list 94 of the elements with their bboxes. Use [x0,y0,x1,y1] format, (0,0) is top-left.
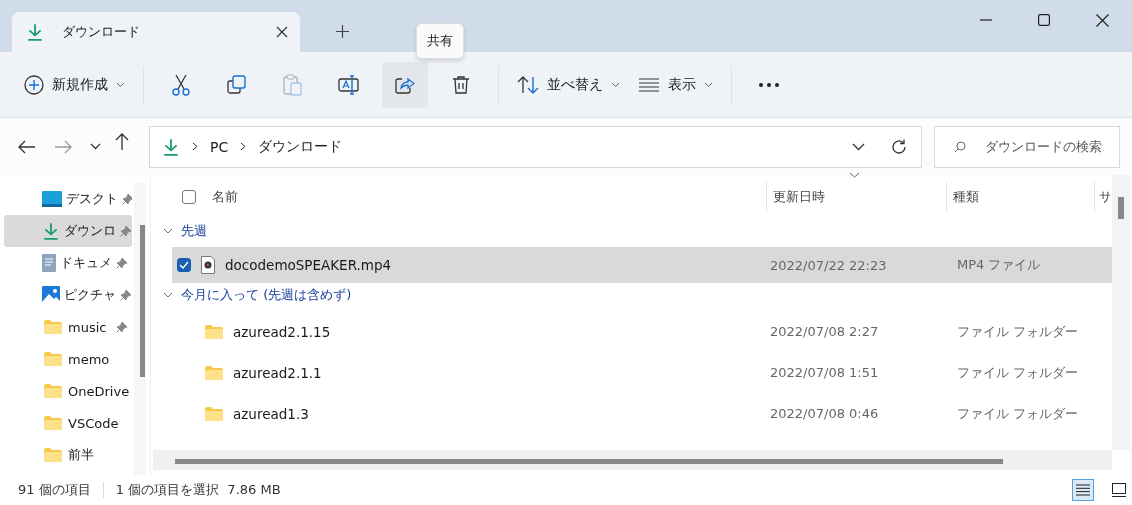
nav-item[interactable]: デスクト [4,183,132,215]
cut-icon [171,73,191,96]
type-cell-text: MP4 ファイル [956,256,1042,274]
breadcrumb[interactable]: ダウンロード [258,137,343,156]
document-icon [42,254,56,272]
trash-icon [452,74,470,95]
caret-icon [611,81,620,88]
pictures-icon [42,286,60,304]
type-cell-text: ファイル フォルダー [956,363,1080,382]
caret-icon [116,81,125,88]
folder-icon [205,365,223,380]
view-button[interactable]: 表示 [634,61,717,108]
address-bar[interactable]: PC ダウンロード [149,125,922,168]
group-header[interactable]: 先週 [181,222,207,240]
recent-locations-icon[interactable] [90,143,101,150]
file-row[interactable]: azuread2.1.15 2022/07/08 2:27 ファイル フォルダー [172,311,1112,352]
preview-pane-icon [1112,483,1126,497]
file-row[interactable]: docodemoSPEAKER.mp4 2022/07/22 22:23 MP4 ファイル [172,247,1112,283]
sort-caret-icon [849,172,860,178]
nav-item[interactable]: ドキュメ [4,247,132,279]
sort-button[interactable]: 並べ替え [513,61,624,108]
group-header[interactable]: 今月に入って (先週は含めず) [181,286,352,304]
paste-icon [283,73,303,96]
new-button[interactable]: 新規作成 [20,61,129,108]
nav-item[interactable]: OneDrive [4,375,132,407]
search-field[interactable]: ダウンロードの検索 [934,125,1120,168]
column-header[interactable]: 更新日時 [773,188,825,206]
desktop-icon [42,191,62,207]
file-row[interactable]: azuread1.3 2022/07/08 0:46 ファイル フォルダー [172,393,1112,434]
row-checkbox[interactable] [177,258,191,272]
date-cell-text: 2022/07/08 0:46 [769,406,880,421]
file-name: docodemoSPEAKER.mp4 [225,257,392,273]
nav-item[interactable]: ダウンロ [4,215,132,247]
more-icon [758,81,780,88]
folder-icon [44,352,62,366]
back-icon[interactable] [18,139,36,154]
folder-icon [44,448,62,462]
nav-item[interactable]: 前半 [4,439,132,471]
file-name: azuread1.3 [233,405,309,422]
forward-icon[interactable] [54,139,72,154]
type-cell-text: ファイル フォルダー [956,322,1080,341]
date-cell-text: 2022/07/22 22:23 [769,257,888,273]
rename-icon [338,74,360,95]
date-cell-text: 2022/07/08 1:51 [769,365,880,380]
folder-icon [205,324,223,339]
video-file-icon [201,256,215,274]
type-cell-text: ファイル フォルダー [956,404,1080,423]
selection-info: 1 個の項目を選択 7.86 MB [115,481,281,499]
dropdown-icon[interactable] [852,142,865,151]
download-icon [162,137,180,156]
folder-icon [44,320,62,334]
column-header[interactable]: 種類 [953,188,979,206]
caret-icon [704,81,713,88]
tooltip: 共有 [416,23,464,59]
scrollbar-thumb[interactable] [140,225,145,377]
file-row[interactable]: azuread2.1.1 2022/07/08 1:51 ファイル フォルダー [172,352,1112,393]
nav-item[interactable]: VSCode [4,407,132,439]
file-name: azuread2.1.1 [233,364,322,381]
date-cell-text: 2022/07/08 2:27 [769,324,880,339]
folder-icon [44,416,62,430]
folder-icon [44,384,62,398]
download-icon [26,23,44,41]
copy-icon [227,74,247,95]
item-count: 91 個の項目 [18,481,91,499]
close-icon[interactable] [1096,13,1109,27]
up-icon[interactable] [115,132,129,151]
file-name: azuread2.1.15 [233,323,331,340]
folder-icon [205,406,223,421]
column-header[interactable]: 名前 [212,188,238,206]
chevron-icon [240,142,247,151]
details-view-button[interactable] [1072,479,1094,501]
tab[interactable]: ダウンロード [12,12,300,52]
close-icon[interactable] [276,26,288,38]
details-view-icon [1076,484,1090,496]
collapse-icon[interactable] [163,227,173,235]
share-button[interactable] [382,61,428,108]
list-view-icon [638,77,660,92]
nav-item[interactable]: music [4,311,132,343]
search-icon [954,140,966,153]
tab-title: ダウンロード [62,23,141,41]
collapse-icon[interactable] [163,291,173,299]
maximize-icon[interactable] [1038,14,1050,26]
nav-item[interactable]: ピクチャ [4,279,132,311]
plus-circle-icon [24,74,44,95]
refresh-icon[interactable] [891,138,907,155]
scrollbar-thumb[interactable] [1118,197,1124,219]
select-all-checkbox[interactable] [182,190,196,204]
scrollbar-thumb[interactable] [175,459,1003,464]
breadcrumb[interactable]: PC [210,138,229,155]
sort-icon [517,74,539,95]
download-icon [42,222,60,240]
nav-item[interactable]: memo [4,343,132,375]
chevron-icon [192,142,198,151]
new-tab-icon[interactable] [336,25,349,38]
